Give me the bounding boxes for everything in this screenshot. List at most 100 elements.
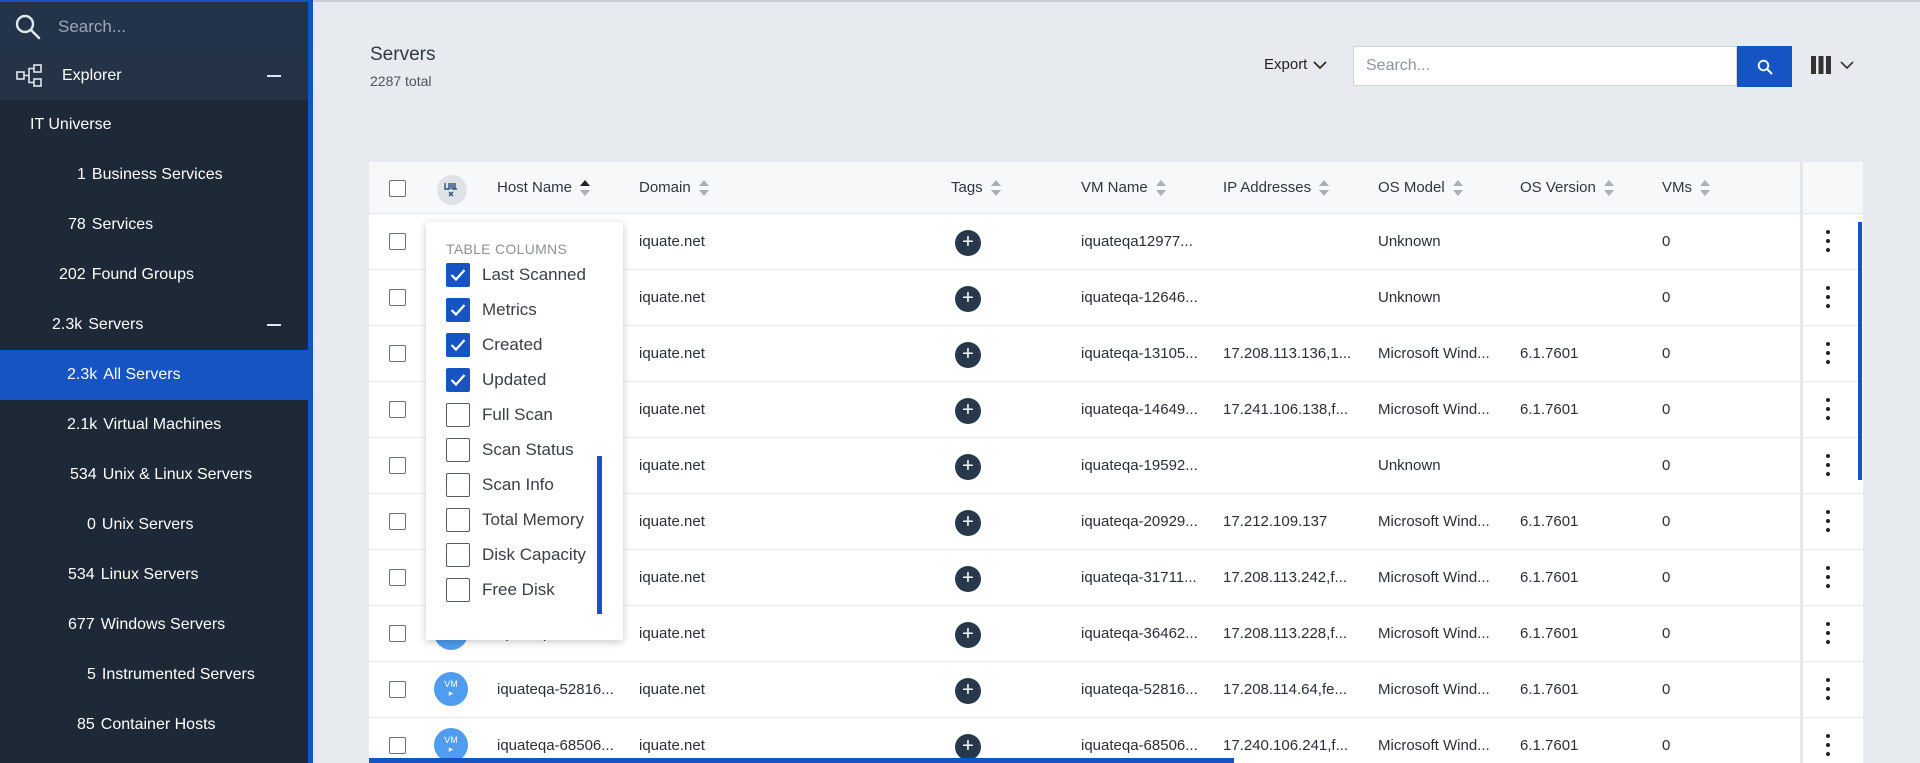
kebab-icon[interactable] (1825, 454, 1831, 476)
sidebar-item-label: Found Groups (91, 266, 194, 283)
column-option[interactable]: Total Memory (446, 507, 584, 533)
sidebar-item-unix-servers[interactable]: 0 Unix Servers (0, 500, 308, 550)
cell-os-model: Unknown (1378, 457, 1441, 474)
explorer-header[interactable]: Explorer (0, 52, 308, 100)
row-checkbox[interactable] (389, 681, 406, 698)
export-button[interactable]: Export (1264, 56, 1327, 73)
cell-os-version: 6.1.7601 (1520, 513, 1579, 530)
column-option[interactable]: Scan Info (446, 472, 554, 498)
row-checkbox[interactable] (389, 401, 406, 418)
row-checkbox[interactable] (389, 345, 406, 362)
sidebar-item-all-servers[interactable]: 2.3k All Servers (0, 350, 308, 400)
sidebar-item-instrumented-servers[interactable]: 5 Instrumented Servers (0, 650, 308, 700)
sidebar-item-linux-servers[interactable]: 534 Linux Servers (0, 550, 308, 600)
column-option[interactable]: Metrics (446, 297, 537, 323)
horizontal-scrollbar[interactable] (369, 758, 1234, 763)
table-row[interactable]: VM ▸ iquateqa-68506... iquate.net + iquateqa-… (369, 718, 1863, 763)
kebab-icon[interactable] (1825, 286, 1831, 308)
add-tag-icon[interactable]: + (955, 734, 981, 760)
column-option[interactable]: Scan Status (446, 437, 574, 463)
column-label: VMs (1662, 179, 1692, 196)
table-columns-menu: TABLE COLUMNS Last Scanned Metrics Created… (426, 222, 623, 640)
add-tag-icon[interactable]: + (955, 398, 981, 424)
cell-vms: 0 (1662, 681, 1671, 698)
row-checkbox[interactable] (389, 457, 406, 474)
add-tag-icon[interactable]: + (955, 342, 981, 368)
kebab-icon[interactable] (1825, 566, 1831, 588)
add-tag-icon[interactable]: + (955, 454, 981, 480)
column-option[interactable]: Disk Capacity (446, 542, 586, 568)
column-header-ip-addresses[interactable]: IP Addresses (1223, 179, 1330, 196)
column-option-checkbox[interactable] (446, 403, 470, 427)
column-option-checkbox[interactable] (446, 508, 470, 532)
column-option-checkbox[interactable] (446, 473, 470, 497)
kebab-icon[interactable] (1825, 622, 1831, 644)
sidebar-item-it-universe[interactable]: IT Universe (0, 100, 308, 150)
column-header-domain[interactable]: Domain (639, 179, 709, 196)
column-header-vms[interactable]: VMs (1662, 179, 1710, 196)
column-option-checkbox[interactable] (446, 368, 470, 392)
cell-host-name[interactable]: iquateqa-52816... (497, 681, 614, 698)
column-header-os-version[interactable]: OS Version (1520, 179, 1614, 196)
sidebar-item-services[interactable]: 78 Services (0, 200, 308, 250)
row-checkbox[interactable] (389, 569, 406, 586)
sidebar-search[interactable]: Search... (0, 0, 308, 52)
column-option[interactable]: Free Disk (446, 577, 555, 603)
menu-scrollbar[interactable] (597, 456, 602, 614)
add-tag-icon[interactable]: + (955, 286, 981, 312)
row-checkbox[interactable] (389, 289, 406, 306)
column-option-checkbox[interactable] (446, 263, 470, 287)
add-tag-icon[interactable]: + (955, 622, 981, 648)
cell-domain: iquate.net (639, 457, 705, 474)
column-option-checkbox[interactable] (446, 543, 470, 567)
column-chooser-button[interactable] (437, 175, 467, 205)
column-option[interactable]: Created (446, 332, 542, 358)
search-input[interactable]: Search... (1353, 46, 1737, 86)
column-option[interactable]: Last Scanned (446, 262, 586, 288)
add-tag-icon[interactable]: + (955, 566, 981, 592)
add-tag-icon[interactable]: + (955, 510, 981, 536)
columns-toggle-button[interactable] (1810, 55, 1854, 75)
kebab-icon[interactable] (1825, 510, 1831, 532)
search-button[interactable] (1737, 46, 1792, 87)
vm-badge-arrow: ▸ (448, 744, 454, 754)
sidebar-item-business-services[interactable]: 1 Business Services (0, 150, 308, 200)
kebab-icon[interactable] (1825, 398, 1831, 420)
cell-host-name[interactable]: iquateqa-68506... (497, 737, 614, 754)
sidebar-item-servers[interactable]: 2.3k Servers (0, 300, 308, 350)
sidebar-item-found-groups[interactable]: 202 Found Groups (0, 250, 308, 300)
column-option-checkbox[interactable] (446, 438, 470, 462)
add-tag-icon[interactable]: + (955, 230, 981, 256)
kebab-icon[interactable] (1825, 678, 1831, 700)
column-option-checkbox[interactable] (446, 298, 470, 322)
column-header-os-model[interactable]: OS Model (1378, 179, 1463, 196)
table-row[interactable]: VM ▸ iquateqa-52816... iquate.net + iquateqa-… (369, 662, 1863, 718)
row-checkbox[interactable] (389, 737, 406, 754)
collapse-icon[interactable] (267, 75, 281, 77)
row-checkbox[interactable] (389, 233, 406, 250)
sort-icon (990, 179, 1001, 196)
collapse-icon[interactable] (267, 324, 281, 326)
column-option[interactable]: Updated (446, 367, 546, 393)
kebab-icon[interactable] (1825, 734, 1831, 756)
kebab-icon[interactable] (1825, 342, 1831, 364)
column-option-label: Scan Status (482, 440, 574, 459)
sidebar-item-windows-servers[interactable]: 677 Windows Servers (0, 600, 308, 650)
vertical-scrollbar[interactable] (1858, 222, 1862, 480)
row-checkbox[interactable] (389, 625, 406, 642)
add-tag-icon[interactable]: + (955, 678, 981, 704)
kebab-icon[interactable] (1825, 230, 1831, 252)
column-header-tags[interactable]: Tags (951, 179, 1001, 196)
column-header-vm-name[interactable]: VM Name (1081, 179, 1166, 196)
column-option-checkbox[interactable] (446, 333, 470, 357)
select-all-checkbox[interactable] (389, 180, 406, 197)
sidebar-item-container-hosts[interactable]: 85 Container Hosts (0, 700, 308, 750)
column-option[interactable]: Full Scan (446, 402, 553, 428)
row-checkbox[interactable] (389, 513, 406, 530)
sidebar-item-unix-linux-servers[interactable]: 534 Unix & Linux Servers (0, 450, 308, 500)
column-label: Host Name (497, 179, 573, 196)
column-option-checkbox[interactable] (446, 578, 470, 602)
column-header-host-name[interactable]: Host Name (497, 179, 591, 196)
sidebar-item-count: 2.3k (52, 316, 83, 333)
sidebar-item-virtual-machines[interactable]: 2.1k Virtual Machines (0, 400, 308, 450)
